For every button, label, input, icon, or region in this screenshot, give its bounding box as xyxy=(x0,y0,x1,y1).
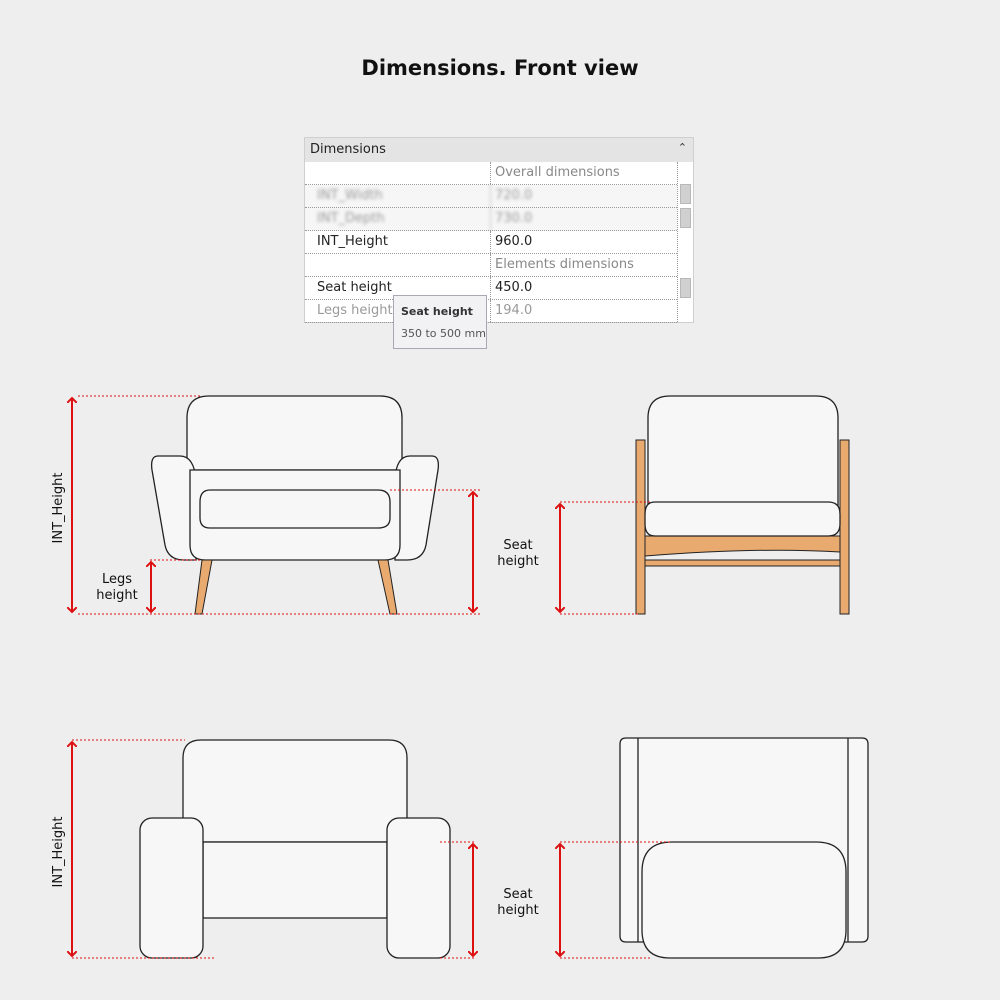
chair-seat-cushion xyxy=(199,489,391,529)
chair-right-arm xyxy=(394,455,440,561)
seat-height-label-line1: Seat xyxy=(503,538,532,553)
frame-backrest xyxy=(647,395,839,511)
block-left-arm xyxy=(139,817,204,959)
chair-leg-right xyxy=(377,559,398,615)
block-seat xyxy=(202,841,388,919)
armchair-front-view xyxy=(150,395,440,561)
armchair-block-view xyxy=(139,739,451,959)
frame-seat-rail xyxy=(644,535,841,557)
legs-height-label-line1: Legs xyxy=(102,572,132,587)
block2-seat-cushion xyxy=(641,841,847,959)
frame-right-post xyxy=(839,439,850,615)
int-height-label-top: INT_Height xyxy=(51,473,66,544)
seat-height-label-line2: height xyxy=(497,554,538,569)
frame-left-post xyxy=(635,439,646,615)
seat-height-label-bottom-line2: height xyxy=(497,903,538,918)
block-right-arm xyxy=(386,817,451,959)
armchair-block-view-2 xyxy=(619,737,869,959)
frame-seat-cushion xyxy=(644,501,841,537)
chair-leg-left xyxy=(194,559,213,615)
block-backrest xyxy=(182,739,408,843)
frame-lower-rail xyxy=(644,559,841,567)
chair-backrest xyxy=(186,395,403,471)
chair-legs xyxy=(194,559,398,615)
armchair-frame-view xyxy=(635,395,850,615)
armchair-diagrams: INT_Height Legs height Seat height INT_H… xyxy=(51,395,869,959)
int-height-label-bottom: INT_Height xyxy=(51,817,66,888)
seat-height-label-bottom-line1: Seat xyxy=(503,887,532,902)
chair-left-arm xyxy=(150,455,197,561)
legs-height-label-line2: height xyxy=(96,588,137,603)
